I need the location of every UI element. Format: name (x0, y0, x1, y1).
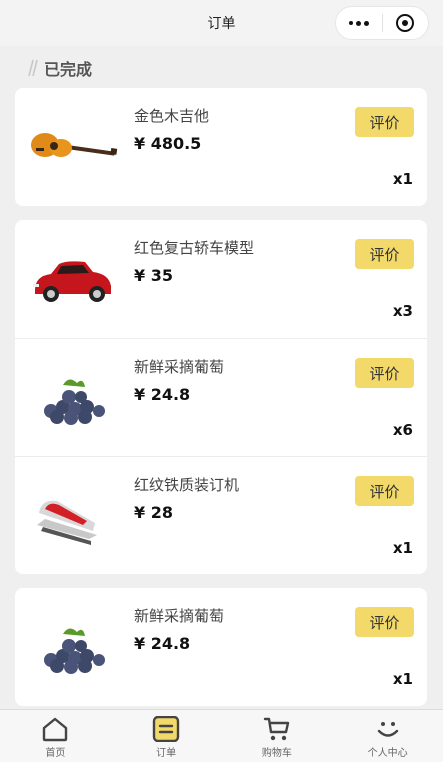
home-icon (43, 717, 68, 742)
tab-orders[interactable]: 订单 (111, 710, 222, 762)
guitar-icon (31, 133, 118, 157)
tab-profile[interactable]: 个人中心 (332, 710, 443, 762)
section-title: 已完成 (44, 60, 93, 79)
tab-label: 首页 (45, 748, 66, 759)
product-quantity: x1 (392, 670, 413, 688)
tab-label: 购物车 (261, 748, 292, 759)
tab-cart[interactable]: 购物车 (222, 710, 333, 762)
order-list[interactable]: 金色木吉他 ¥ 480.5 评价 x1 红色复古轿车模型 ¥ 35 评价 x3 (0, 88, 443, 709)
review-button[interactable]: 评价 (355, 476, 414, 506)
product-quantity: x1 (392, 539, 413, 557)
order-card: 新鲜采摘葡萄 ¥ 24.8 评价 x1 (15, 588, 427, 706)
tab-label: 个人中心 (367, 748, 408, 759)
product-name: 金色木吉他 (134, 107, 210, 125)
product-name: 新鲜采摘葡萄 (134, 607, 225, 625)
product-quantity: x1 (392, 170, 413, 188)
review-button[interactable]: 评价 (355, 358, 414, 388)
product-name: 红纹铁质装订机 (134, 476, 240, 494)
car-icon (33, 261, 111, 302)
grapes-icon (44, 379, 105, 425)
product-name: 新鲜采摘葡萄 (134, 358, 225, 376)
review-button[interactable]: 评价 (355, 607, 414, 637)
product-price: ¥ 28 (134, 503, 173, 522)
slash-decoration-icon (28, 59, 38, 77)
product-price: ¥ 24.8 (134, 634, 191, 653)
stapler-icon (37, 500, 97, 545)
tab-label: 订单 (156, 748, 177, 759)
close-target-icon[interactable] (383, 14, 429, 32)
product-price: ¥ 480.5 (134, 134, 202, 153)
product-quantity: x6 (392, 421, 413, 439)
product-price: ¥ 24.8 (134, 385, 191, 404)
cart-icon (263, 717, 290, 741)
grapes-icon (44, 628, 105, 674)
product-price: ¥ 35 (134, 266, 173, 285)
order-icon (152, 716, 180, 742)
order-item[interactable]: 金色木吉他 ¥ 480.5 评价 x1 (15, 88, 427, 206)
order-item[interactable]: 新鲜采摘葡萄 ¥ 24.8 评价 x1 (15, 588, 427, 706)
smile-icon (377, 722, 398, 737)
order-item[interactable]: 红色复古轿车模型 ¥ 35 评价 x3 (15, 220, 427, 338)
nav-bar: 订单 (0, 0, 443, 46)
order-card: 金色木吉他 ¥ 480.5 评价 x1 (15, 88, 427, 206)
order-item[interactable]: 新鲜采摘葡萄 ¥ 24.8 评价 x6 (15, 338, 427, 456)
tab-bar: 首页 订单 购物车 个人中心 (0, 709, 443, 762)
section-header: 已完成 (0, 46, 443, 90)
review-button[interactable]: 评价 (355, 239, 414, 269)
product-name: 红色复古轿车模型 (134, 239, 255, 257)
product-quantity: x3 (392, 302, 413, 320)
review-button[interactable]: 评价 (355, 107, 414, 137)
more-menu-icon[interactable] (336, 20, 382, 26)
order-card: 红色复古轿车模型 ¥ 35 评价 x3 新鲜采摘葡萄 ¥ 24.8 评价 x6 (15, 220, 427, 574)
mini-program-capsule (335, 6, 429, 40)
order-item[interactable]: 红纹铁质装订机 ¥ 28 评价 x1 (15, 456, 427, 574)
page-title: 订单 (207, 16, 236, 32)
tab-home[interactable]: 首页 (0, 710, 111, 762)
